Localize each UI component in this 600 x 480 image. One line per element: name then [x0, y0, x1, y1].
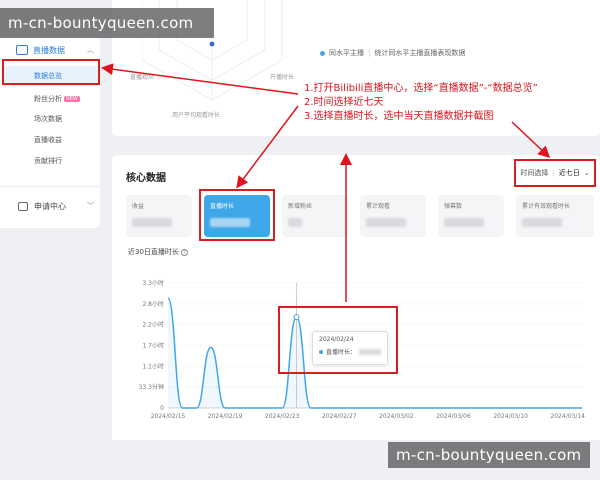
- chevron-up-icon: ︿: [87, 46, 94, 54]
- watermark-top: m-cn-bountyqueen.com: [0, 8, 214, 38]
- x-tick-label: 2024/02/27: [322, 413, 357, 420]
- legend-desc: 统计同水平主播直播表现数据: [374, 49, 466, 57]
- radar-point: [209, 41, 215, 47]
- sidebar-item-ranking[interactable]: 贡献排行: [0, 156, 100, 166]
- sidebar-item-sessions[interactable]: 场次数据: [0, 114, 100, 124]
- chart-x-ticks: 2024/02/15 2024/02/19 2024/02/23 2024/02/27…: [151, 413, 585, 420]
- y-tick-label: 1.7小时: [142, 342, 164, 350]
- core-data-panel: 核心数据 时间选择 | 近七日 ⌄ 收益 直播时长 新增粉丝 累计观看 弹幕数 …: [112, 155, 600, 440]
- highlight-overview-item: [2, 59, 100, 85]
- radar-label-viewers: 直播观众: [130, 74, 155, 81]
- sidebar-item-revenue[interactable]: 直播收益: [0, 135, 100, 145]
- annotation-step-2: 2.时间选择近七天: [304, 97, 384, 108]
- y-tick-label: 2.8小时: [142, 300, 164, 308]
- annotation-step-3: 3.选择直播时长，选中当天直播数据并截图: [304, 111, 494, 122]
- y-tick-label: 3.3小时: [142, 279, 164, 287]
- monitor-icon: [16, 45, 28, 55]
- x-tick-label: 2024/03/10: [493, 413, 528, 420]
- chevron-down-icon: ﹀: [87, 202, 94, 210]
- document-icon: [18, 201, 28, 211]
- y-tick-label: 1.1小时: [142, 362, 164, 370]
- annotation-step-1: 1.打开Bilibili直播中心，选择“直播数据”-“数据总览”: [304, 83, 538, 94]
- sidebar-item-label: 场次数据: [34, 115, 62, 123]
- x-tick-label: 2024/03/02: [379, 413, 414, 420]
- new-badge: NEW: [64, 96, 80, 102]
- legend-name: 同水平主播: [329, 49, 364, 57]
- x-tick-label: 2024/02/19: [208, 413, 243, 420]
- sidebar-item-fans[interactable]: 粉丝分析 NEW: [0, 94, 100, 104]
- sidebar-item-label: 粉丝分析: [34, 95, 62, 103]
- legend-separator: |: [368, 49, 371, 57]
- x-tick-label: 2024/03/06: [436, 413, 471, 420]
- radar-legend: 同水平主播 | 统计同水平主播直播表现数据: [320, 48, 465, 58]
- sidebar-apply-label: 申请中心: [34, 201, 66, 211]
- legend-dot: [320, 50, 325, 56]
- duration-chart: 0 33.3分钟 1.1小时 1.7小时 2.2小时 2.8小时 3.3小时 2024/02…: [139, 279, 586, 420]
- y-tick-label: 0: [160, 405, 164, 412]
- radar-label-duration: 开播时长: [270, 74, 295, 81]
- highlight-peak-box: [278, 306, 398, 374]
- x-tick-label: 2024/02/15: [151, 413, 186, 420]
- x-tick-label: 2024/03/14: [550, 413, 585, 420]
- sidebar-section-label: 直播数据: [33, 45, 65, 55]
- radar-label-avg-watch: 用户平均观看时长: [172, 112, 221, 119]
- x-tick-label: 2024/02/23: [265, 413, 300, 420]
- y-tick-label: 33.3分钟: [139, 383, 164, 391]
- chart-y-ticks: 0 33.3分钟 1.1小时 1.7小时 2.2小时 2.8小时 3.3小时: [139, 279, 165, 412]
- sidebar-section-live-data[interactable]: 直播数据 ︿: [4, 40, 98, 60]
- sidebar-item-label: 直播收益: [34, 136, 62, 144]
- watermark-bottom: m-cn-bountyqueen.com: [388, 442, 590, 468]
- y-tick-label: 2.2小时: [142, 321, 164, 329]
- sidebar-section-apply[interactable]: 申请中心 ﹀: [0, 196, 100, 216]
- sidebar-divider: [0, 186, 100, 187]
- sidebar-item-label: 贡献排行: [34, 157, 62, 165]
